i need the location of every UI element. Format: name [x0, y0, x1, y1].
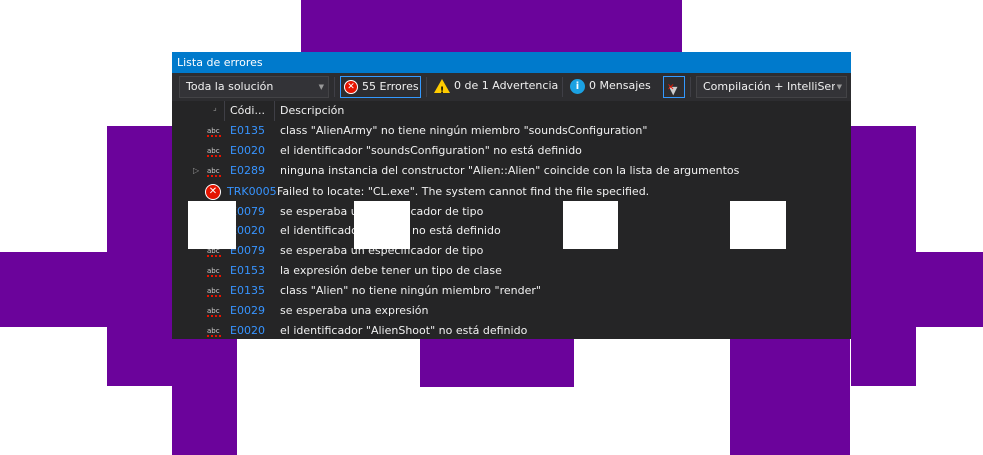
error-code-link[interactable]: E0289: [230, 161, 265, 181]
error-description: se esperaba una expresión: [280, 304, 429, 317]
spelling-error-icon: abc: [207, 327, 221, 337]
invader-right-band: [851, 252, 983, 327]
error-row[interactable]: abc E0135 class "Alien" no tiene ningún …: [172, 281, 851, 301]
invader-eye-right: [730, 201, 786, 249]
clear-filter-button[interactable]: ▼ ✕: [663, 76, 685, 98]
column-header-code[interactable]: Códi...: [230, 101, 265, 121]
toolbar-separator: [690, 77, 691, 97]
error-code-link[interactable]: E0135: [230, 281, 265, 301]
error-row[interactable]: abc E0020 el identificador "soundsConfig…: [172, 141, 851, 161]
toolbar-separator: [334, 77, 335, 97]
error-description: Failed to locate: "CL.exe". The system c…: [277, 185, 650, 198]
chevron-down-icon: ▼: [834, 77, 842, 97]
spelling-error-icon: abc: [207, 147, 221, 157]
error-row[interactable]: abc E0029 se esperaba una expresión: [172, 301, 851, 321]
invader-mid-right-leg: [497, 339, 574, 387]
column-divider[interactable]: [224, 101, 225, 121]
error-code-link[interactable]: E0020: [230, 321, 265, 339]
invader-mid-left-leg: [420, 339, 497, 387]
error-code-link[interactable]: E0029: [230, 301, 265, 321]
warnings-filter-label: 0 de 1 Advertencia: [454, 79, 559, 92]
spelling-error-icon: abc: [207, 307, 221, 317]
expand-arrow-icon[interactable]: ▷: [193, 161, 199, 181]
chevron-down-icon: ▼: [318, 83, 324, 91]
invader-left-band: [0, 252, 172, 327]
warning-icon: !: [434, 79, 450, 96]
error-list-toolbar: Toda la solución ▼ ✕ 55 Errores ! 0 de 1 A…: [172, 73, 851, 101]
spelling-error-icon: abc: [207, 287, 221, 297]
error-description: el identificador "AlienShoot" no está de…: [280, 324, 528, 337]
scope-value: Toda la solución: [186, 80, 274, 93]
error-row[interactable]: abc E0153 la expresión debe tener un tip…: [172, 261, 851, 281]
column-header-row: ⌟ Códi... Descripción: [172, 101, 851, 121]
clear-icon: ✕: [667, 83, 675, 93]
column-divider[interactable]: [274, 101, 275, 121]
error-code-link[interactable]: E0135: [230, 121, 265, 141]
invader-eye-left: [188, 201, 236, 249]
column-header-description[interactable]: Descripción: [280, 101, 344, 121]
build-filter-value: Compilación + IntelliSen: [703, 80, 839, 93]
info-icon: i: [570, 78, 585, 94]
toolbar-separator: [562, 77, 563, 97]
errors-filter-label: 55 Errores: [362, 80, 419, 93]
invader-left-leg: [172, 339, 237, 455]
error-description: la expresión debe tener un tipo de clase: [280, 264, 502, 277]
invader-top-block: [301, 0, 682, 52]
spelling-error-icon: abc: [207, 127, 221, 137]
spelling-error-icon: abc: [207, 167, 221, 177]
error-code-link[interactable]: E0020: [230, 141, 265, 161]
warnings-filter-button[interactable]: ! 0 de 1 Advertencia: [431, 76, 559, 98]
errors-filter-button[interactable]: ✕ 55 Errores: [340, 76, 421, 98]
invader-eye-inner-right: [563, 201, 618, 249]
error-list-window: Lista de errores Toda la solución ▼ ✕ 55 …: [172, 52, 851, 339]
messages-filter-label: 0 Mensajes: [589, 79, 651, 92]
invader-eye-inner-left: [354, 201, 410, 249]
invader-right-leg: [730, 339, 850, 455]
error-description: ninguna instancia del constructor "Alien…: [280, 164, 740, 177]
error-row[interactable]: ✕ TRK0005 Failed to locate: "CL.exe". Th…: [172, 182, 851, 202]
error-row[interactable]: ▷ abc E0289 ninguna instancia del constr…: [172, 161, 851, 181]
toolbar-separator: [426, 77, 427, 97]
window-title[interactable]: Lista de errores: [172, 52, 851, 73]
error-row[interactable]: abc E0020 el identificador "AlienShoot" …: [172, 321, 851, 339]
error-row[interactable]: abc E0135 class "AlienArmy" no tiene nin…: [172, 121, 851, 141]
error-icon: ✕: [205, 184, 221, 200]
filter-corner-icon[interactable]: ⌟: [213, 98, 217, 118]
error-description: class "Alien" no tiene ningún miembro "r…: [280, 284, 541, 297]
build-filter-dropdown[interactable]: Compilación + IntelliSen ▼: [696, 76, 847, 98]
error-icon: ✕: [344, 80, 358, 94]
error-description: class "AlienArmy" no tiene ningún miembr…: [280, 124, 648, 137]
error-code-link[interactable]: E0153: [230, 261, 265, 281]
scope-dropdown[interactable]: Toda la solución ▼: [179, 76, 329, 98]
error-description: el identificador "soundsConfiguration" n…: [280, 144, 582, 157]
error-code-link[interactable]: TRK0005: [227, 182, 277, 202]
messages-filter-button[interactable]: i 0 Mensajes: [567, 76, 655, 98]
spelling-error-icon: abc: [207, 267, 221, 277]
